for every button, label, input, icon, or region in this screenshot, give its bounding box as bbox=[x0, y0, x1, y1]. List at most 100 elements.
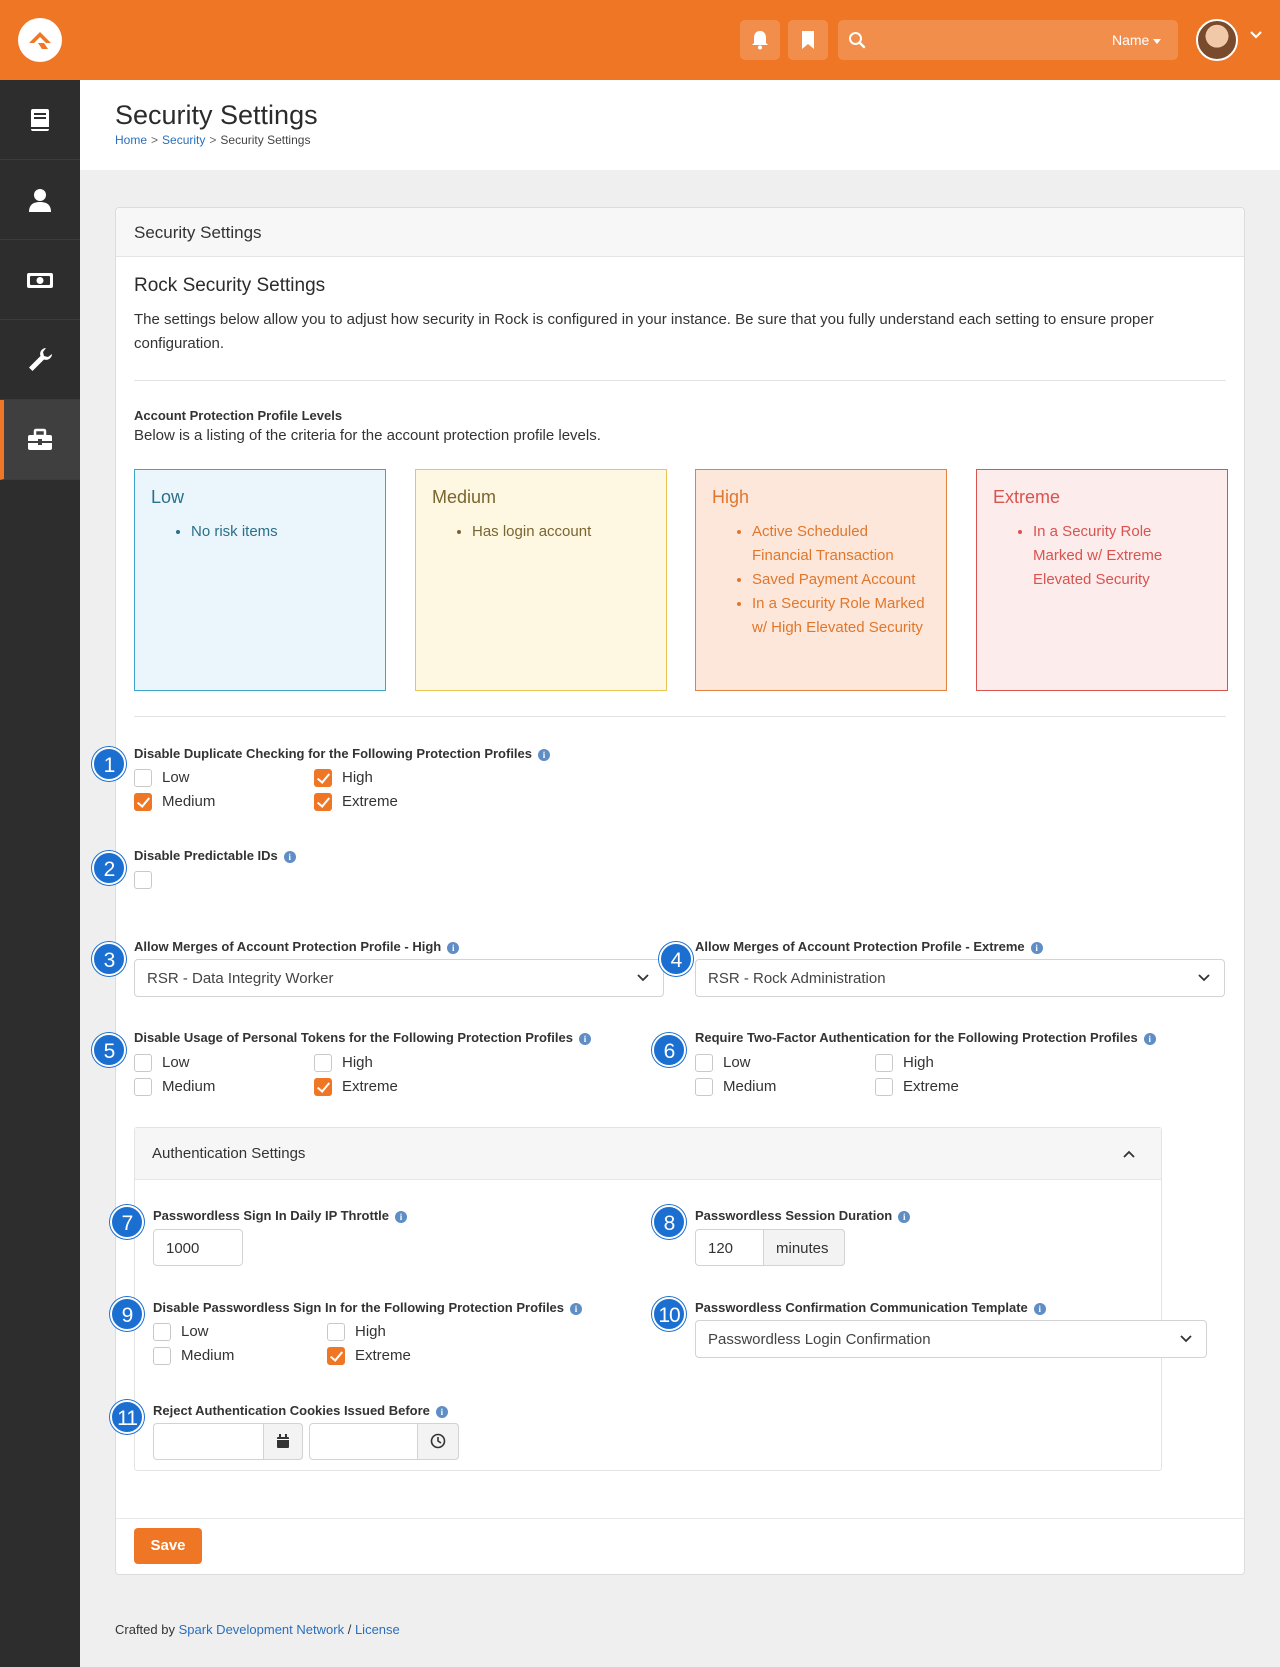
info-icon[interactable]: i bbox=[283, 851, 296, 863]
level-box-high: High Active Scheduled Financial Transact… bbox=[695, 469, 947, 691]
level-item: Has login account bbox=[472, 520, 591, 544]
select-value: RSR - Rock Administration bbox=[708, 970, 886, 987]
level-item: Active Scheduled Financial Transaction bbox=[752, 520, 932, 568]
checkbox-box[interactable] bbox=[134, 769, 152, 787]
checkbox-box[interactable] bbox=[327, 1323, 345, 1341]
level-box-extreme: Extreme In a Security Role Marked w/ Ext… bbox=[976, 469, 1228, 691]
ip-throttle-input[interactable]: 1000 bbox=[153, 1229, 243, 1266]
side-nav bbox=[0, 80, 80, 1667]
info-icon[interactable]: i bbox=[1143, 1033, 1156, 1045]
breadcrumb-security[interactable]: Security bbox=[162, 133, 205, 147]
chevron-down-icon bbox=[1180, 1335, 1192, 1343]
info-icon[interactable]: i bbox=[538, 749, 550, 761]
footer-license-link[interactable]: License bbox=[355, 1622, 400, 1637]
step-badge-4: 4 bbox=[659, 942, 693, 976]
step-badge-7: 7 bbox=[110, 1205, 144, 1239]
save-button[interactable]: Save bbox=[134, 1528, 202, 1564]
merge-extreme-select[interactable]: RSR - Rock Administration bbox=[695, 959, 1225, 997]
avatar[interactable] bbox=[1196, 19, 1238, 61]
reject-cookies-label-text: Reject Authentication Cookies Issued Bef… bbox=[153, 1403, 430, 1418]
checkbox-box-checked[interactable] bbox=[134, 793, 152, 811]
search-scope-dropdown[interactable]: Name bbox=[1112, 32, 1162, 48]
nav-item-people[interactable] bbox=[0, 160, 80, 240]
info-icon[interactable]: i bbox=[570, 1303, 583, 1315]
level-title-high: High bbox=[712, 487, 750, 507]
authentication-settings-header[interactable]: Authentication Settings bbox=[135, 1128, 1161, 1180]
briefcase-icon bbox=[28, 428, 52, 450]
checkbox-label: High bbox=[342, 769, 373, 786]
personal-tokens-label-text: Disable Usage of Personal Tokens for the… bbox=[134, 1030, 573, 1045]
checkbox-box-checked[interactable] bbox=[327, 1347, 345, 1365]
divider bbox=[134, 380, 1226, 381]
session-duration-input[interactable]: 120 minutes bbox=[695, 1229, 845, 1266]
notifications-button[interactable] bbox=[740, 20, 780, 60]
levels-description: Below is a listing of the criteria for t… bbox=[134, 427, 601, 444]
select-value: RSR - Data Integrity Worker bbox=[147, 970, 334, 987]
info-icon[interactable]: i bbox=[578, 1033, 591, 1045]
checkbox-label: Extreme bbox=[903, 1078, 959, 1095]
ip-throttle-label-text: Passwordless Sign In Daily IP Throttle bbox=[153, 1208, 389, 1223]
chevron-down-icon bbox=[637, 974, 649, 982]
caret-down-icon bbox=[1153, 38, 1162, 44]
step-badge-9: 9 bbox=[110, 1297, 144, 1331]
nav-item-tools[interactable] bbox=[0, 320, 80, 400]
checkbox-label: Low bbox=[162, 1054, 190, 1071]
clock-button[interactable] bbox=[417, 1423, 459, 1460]
calendar-button[interactable] bbox=[263, 1423, 303, 1460]
checkbox-box[interactable] bbox=[695, 1078, 713, 1096]
nav-item-finance[interactable] bbox=[0, 240, 80, 320]
checkbox-box[interactable] bbox=[134, 871, 152, 889]
intro-text: The settings below allow you to adjust h… bbox=[134, 311, 1154, 352]
merge-extreme-label: Allow Merges of Account Protection Profi… bbox=[695, 939, 1043, 954]
breadcrumb-separator: > bbox=[209, 133, 217, 147]
checkbox-box-checked[interactable] bbox=[314, 793, 332, 811]
checkbox-label: Extreme bbox=[355, 1347, 411, 1364]
checkbox-box[interactable] bbox=[134, 1078, 152, 1096]
info-icon[interactable]: i bbox=[395, 1211, 407, 1223]
checkbox-box[interactable] bbox=[134, 1054, 152, 1072]
search-box: Name bbox=[838, 20, 1178, 60]
checkbox-label: Medium bbox=[723, 1078, 777, 1095]
checkbox-box[interactable] bbox=[875, 1054, 893, 1072]
chevron-down-icon bbox=[1198, 974, 1210, 982]
breadcrumb-current: Security Settings bbox=[220, 133, 311, 147]
page-title: Security Settings bbox=[115, 100, 318, 130]
info-icon[interactable]: i bbox=[447, 942, 460, 954]
merge-high-select[interactable]: RSR - Data Integrity Worker bbox=[134, 959, 664, 997]
footer-spark-link[interactable]: Spark Development Network bbox=[179, 1622, 344, 1637]
checkbox-box[interactable] bbox=[875, 1078, 893, 1096]
reject-cookies-date-input[interactable] bbox=[153, 1423, 303, 1460]
checkbox-box[interactable] bbox=[153, 1347, 171, 1365]
chevron-up-icon[interactable] bbox=[1123, 1150, 1135, 1158]
checkbox-box-checked[interactable] bbox=[314, 1078, 332, 1096]
footer-prefix: Crafted by bbox=[115, 1622, 175, 1637]
calendar-icon bbox=[277, 1434, 289, 1448]
search-input[interactable] bbox=[876, 26, 1076, 54]
checkbox-box[interactable] bbox=[314, 1054, 332, 1072]
info-icon[interactable]: i bbox=[435, 1406, 448, 1418]
merge-extreme-label-text: Allow Merges of Account Protection Profi… bbox=[695, 939, 1025, 954]
breadcrumb-home[interactable]: Home bbox=[115, 133, 147, 147]
bookmarks-button[interactable] bbox=[788, 20, 828, 60]
personal-tokens-label: Disable Usage of Personal Tokens for the… bbox=[134, 1030, 591, 1045]
step-badge-3: 3 bbox=[92, 942, 126, 976]
panel-heading: Security Settings bbox=[116, 208, 1244, 257]
checkbox-box-checked[interactable] bbox=[314, 769, 332, 787]
search-scope-label: Name bbox=[1112, 32, 1150, 48]
step-badge-2: 2 bbox=[92, 851, 126, 885]
chevron-down-icon[interactable] bbox=[1249, 30, 1263, 40]
info-icon[interactable]: i bbox=[898, 1211, 911, 1223]
checkbox-label: Medium bbox=[162, 793, 216, 810]
page-footer: Crafted by Spark Development Network / L… bbox=[115, 1622, 400, 1637]
checkbox-box[interactable] bbox=[153, 1323, 171, 1341]
rock-logo-icon[interactable] bbox=[18, 18, 62, 62]
nav-item-admin[interactable] bbox=[0, 400, 80, 480]
checkbox-label: Medium bbox=[162, 1078, 216, 1095]
info-icon[interactable]: i bbox=[1030, 942, 1043, 954]
confirmation-template-select[interactable]: Passwordless Login Confirmation bbox=[695, 1320, 1207, 1358]
info-icon[interactable]: i bbox=[1033, 1303, 1046, 1315]
money-icon bbox=[27, 273, 53, 288]
reject-cookies-time-input[interactable] bbox=[309, 1423, 459, 1460]
nav-item-cms[interactable] bbox=[0, 80, 80, 160]
checkbox-box[interactable] bbox=[695, 1054, 713, 1072]
